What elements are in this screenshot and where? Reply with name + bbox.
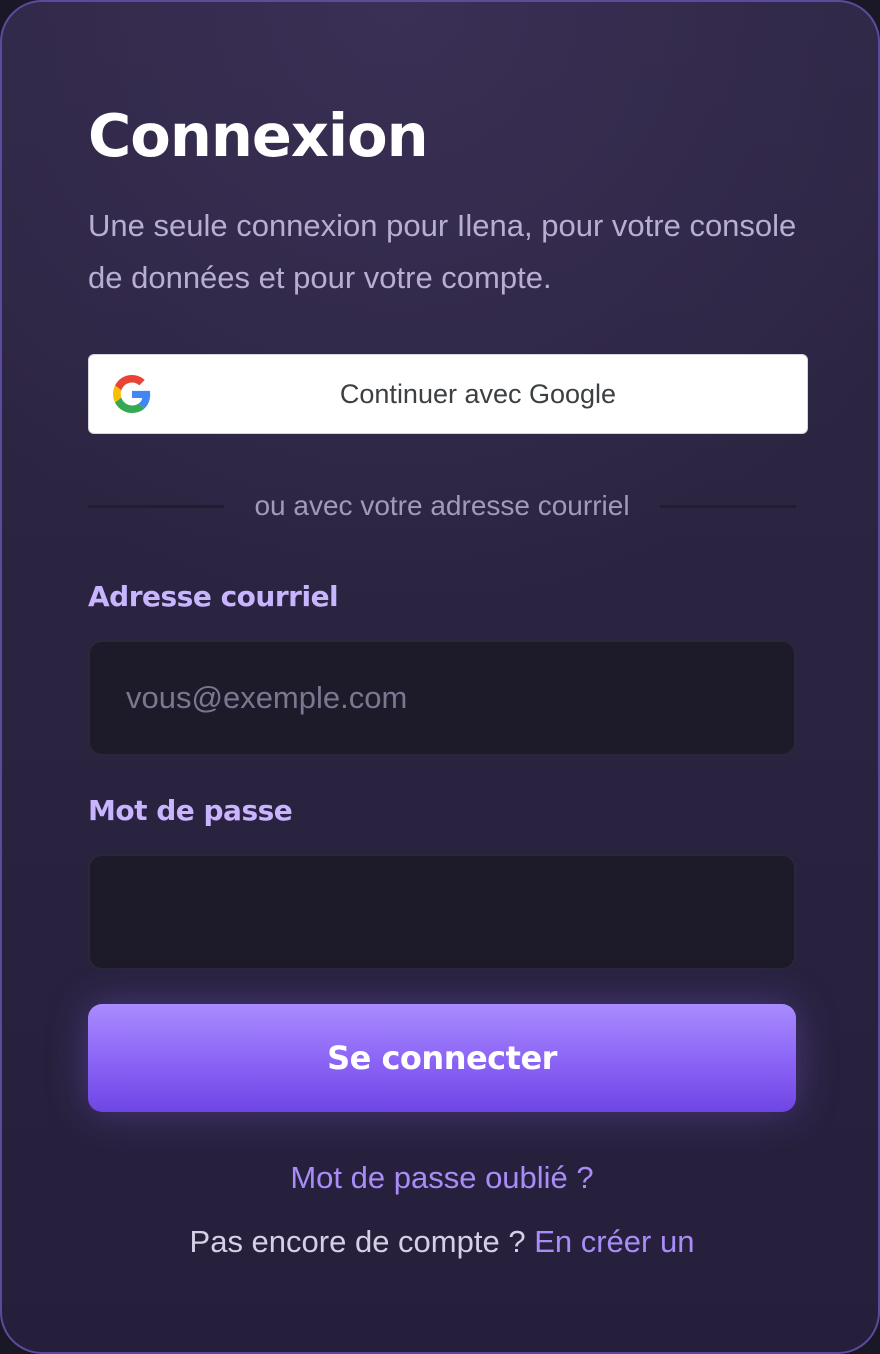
page-subtitle: Une seule connexion pour Ilena, pour vot… (88, 208, 797, 295)
email-field[interactable] (88, 640, 796, 756)
divider-line-left (88, 504, 225, 508)
signup-prompt: Pas encore de compte ? (189, 1224, 526, 1259)
login-card: Connexion Une seule connexion pour Ilena… (0, 0, 880, 1354)
forgot-password-link[interactable]: Mot de passe oublié ? (2, 1156, 878, 1200)
signup-row: Pas encore de compte ? En créer un (2, 1220, 878, 1264)
google-signin-button[interactable]: Continuer avec Google (88, 354, 808, 434)
email-label: Adresse courriel (88, 580, 339, 613)
google-icon (113, 375, 151, 413)
password-field[interactable] (88, 854, 796, 970)
sign-in-button[interactable]: Se connecter (88, 1004, 796, 1112)
password-label: Mot de passe (88, 794, 293, 827)
divider-line-right (659, 504, 797, 508)
create-account-link[interactable]: En créer un (534, 1224, 694, 1259)
page-title: Connexion (88, 101, 429, 170)
divider-text: ou avec votre adresse courriel (254, 490, 630, 521)
divider: ou avec votre adresse courriel (88, 486, 797, 526)
google-button-label: Continuer avec Google (339, 378, 617, 409)
